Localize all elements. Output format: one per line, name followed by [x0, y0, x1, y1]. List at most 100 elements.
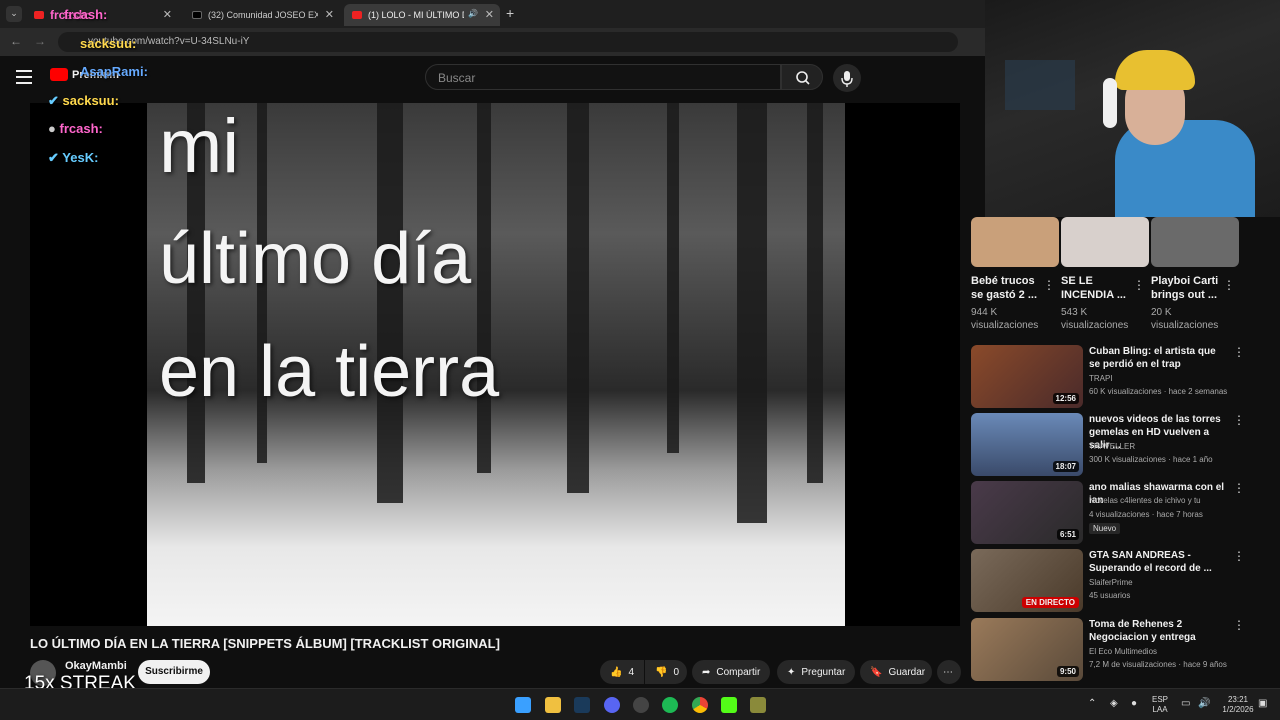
- dislike-button[interactable]: 👎 0: [645, 660, 687, 684]
- close-tab-icon[interactable]: ✕: [325, 8, 334, 21]
- recommended-video[interactable]: 9:50 Toma de Rehenes 2 Negociacion y ent…: [971, 618, 1245, 682]
- tab-label: (1) LOLO - MI ÚLTIMO DÍA EN: [368, 10, 464, 20]
- close-tab-icon[interactable]: ✕: [163, 8, 172, 21]
- short-title[interactable]: SE LE INCENDIA ...: [1061, 274, 1131, 302]
- chat-username: sacksuu:: [62, 93, 119, 108]
- video-title[interactable]: Toma de Rehenes 2 Negociacion y entrega: [1089, 618, 1229, 644]
- like-button[interactable]: 👍 4: [600, 660, 644, 684]
- video-title[interactable]: Cuban Bling: el artista que se perdió en…: [1089, 345, 1229, 371]
- short-thumbnail[interactable]: [1061, 217, 1149, 267]
- tree-trunk: [377, 103, 403, 503]
- save-label: Guardar: [888, 666, 926, 678]
- channel-name[interactable]: TRAPI: [1089, 374, 1113, 383]
- menu-hamburger-icon[interactable]: [16, 70, 32, 84]
- share-label: Compartir: [716, 666, 761, 678]
- chat-message: sacksuu:: [80, 36, 136, 51]
- close-tab-icon[interactable]: ✕: [485, 8, 494, 21]
- more-options-icon[interactable]: ⋮: [1233, 549, 1245, 563]
- video-thumbnail[interactable]: 6:51: [971, 481, 1083, 544]
- date: 1/2/2026: [1222, 705, 1254, 714]
- video-thumbnail[interactable]: 12:56: [971, 345, 1083, 408]
- video-thumbnail[interactable]: 9:50: [971, 618, 1083, 681]
- steam-icon[interactable]: [574, 697, 590, 713]
- duration-badge: 12:56: [1052, 393, 1079, 404]
- more-options-icon[interactable]: ⋮: [1233, 618, 1245, 632]
- chat-message: ✔ YesK:: [48, 150, 98, 166]
- channel-name[interactable]: Novelas c4lientes de ichivo y tu: [1089, 496, 1201, 505]
- language-indicator[interactable]: ESP LAA: [1152, 695, 1168, 715]
- video-stats: 7,2 M de visualizaciones · hace 9 años: [1089, 660, 1227, 669]
- more-options-icon[interactable]: ⋮: [1233, 481, 1245, 495]
- live-badge: EN DIRECTO: [1021, 597, 1079, 608]
- ask-button[interactable]: ✦ Preguntar: [777, 660, 855, 684]
- tree-trunk: [667, 103, 679, 453]
- speaker-icon[interactable]: 🔊: [468, 9, 478, 18]
- channel-name[interactable]: OkayMambi: [65, 660, 127, 672]
- share-button[interactable]: ➦ Compartir: [692, 660, 770, 684]
- more-options-icon[interactable]: ⋮: [1133, 278, 1145, 292]
- save-button[interactable]: 🔖 Guardar: [860, 660, 932, 684]
- video-title: LO ÚLTIMO DÍA EN LA TIERRA [SNIPPETS ÁLB…: [30, 636, 500, 651]
- channel-name[interactable]: El Eco Multimedios: [1089, 647, 1157, 656]
- recommended-video[interactable]: EN DIRECTO GTA SAN ANDREAS - Superando e…: [971, 549, 1245, 613]
- chrome-icon[interactable]: [692, 697, 708, 713]
- back-icon[interactable]: ←: [10, 34, 22, 48]
- recommended-video[interactable]: 12:56 Cuban Bling: el artista que se per…: [971, 345, 1245, 409]
- subscribe-button[interactable]: Suscribirme: [138, 660, 210, 684]
- new-tab-button[interactable]: +: [506, 5, 514, 21]
- display-tray-icon[interactable]: ▭: [1181, 699, 1190, 709]
- search-icon: [796, 71, 810, 85]
- more-options-icon[interactable]: ⋮: [1043, 278, 1055, 292]
- tab-comunidad-joseo[interactable]: (32) Comunidad JOSEO EXCLUSIVO ✕: [184, 4, 340, 26]
- notification-icon[interactable]: ▣: [1258, 699, 1267, 709]
- more-options-icon[interactable]: ⋮: [1233, 345, 1245, 359]
- youtube-favicon-icon: [34, 11, 44, 19]
- mic-tray-icon[interactable]: ●: [1131, 699, 1137, 709]
- video-player[interactable]: mi último día en la tierra: [30, 103, 960, 626]
- tab-lolo-video[interactable]: (1) LOLO - MI ÚLTIMO DÍA EN 🔊 ✕: [344, 4, 500, 26]
- discord-icon[interactable]: [604, 697, 620, 713]
- windows-taskbar: ⌃ ◈ ● ESP LAA ▭ 🔊 23:21 1/2/2026 ▣: [0, 688, 1280, 720]
- short-thumbnail[interactable]: [971, 217, 1059, 267]
- ask-label: Preguntar: [801, 666, 846, 678]
- network-tray-icon[interactable]: ◈: [1110, 699, 1118, 709]
- tab-list-dropdown[interactable]: ⌄: [6, 6, 22, 22]
- tree-trunk: [477, 103, 491, 473]
- clock[interactable]: 23:21 1/2/2026: [1218, 695, 1258, 715]
- recommended-video[interactable]: 18:07 nuevos videos de las torres gemela…: [971, 413, 1245, 477]
- windows-start-icon[interactable]: [515, 697, 531, 713]
- channel-name[interactable]: TRAVELLER: [1089, 442, 1135, 451]
- kick-icon[interactable]: [721, 697, 737, 713]
- time: 23:21: [1227, 695, 1249, 704]
- duration-badge: 18:07: [1052, 461, 1079, 472]
- short-title[interactable]: Bebé trucos se gastó 2 ...: [971, 274, 1041, 302]
- short-title[interactable]: Playboi Carti brings out ...: [1151, 274, 1221, 302]
- voice-search-button[interactable]: [833, 64, 861, 92]
- forward-icon[interactable]: →: [34, 34, 46, 48]
- bookmark-icon: 🔖: [870, 666, 883, 678]
- video-thumbnail[interactable]: EN DIRECTO: [971, 549, 1083, 612]
- obs-icon[interactable]: [633, 697, 649, 713]
- chat-message: frcash:: [64, 7, 107, 22]
- spotify-icon[interactable]: [662, 697, 678, 713]
- search-input[interactable]: Buscar: [425, 64, 781, 90]
- app-icon[interactable]: [750, 697, 766, 713]
- video-title[interactable]: GTA SAN ANDREAS - Superando el record de…: [1089, 549, 1229, 575]
- more-actions-button[interactable]: ⋯: [937, 660, 961, 684]
- more-options-icon[interactable]: ⋮: [1223, 278, 1235, 292]
- video-thumbnail[interactable]: 18:07: [971, 413, 1083, 476]
- file-explorer-icon[interactable]: [545, 697, 561, 713]
- video-stats: 45 usuarios: [1089, 591, 1131, 600]
- recommended-video[interactable]: 6:51 ano malias shawarma con el ian Nove…: [971, 481, 1245, 545]
- search-button[interactable]: [781, 64, 823, 90]
- channel-name[interactable]: SlaiferPrime: [1089, 578, 1133, 587]
- more-options-icon[interactable]: ⋮: [1233, 413, 1245, 427]
- volume-tray-icon[interactable]: 🔊: [1198, 699, 1210, 709]
- video-stats: 300 K visualizaciones · hace 1 año: [1089, 455, 1213, 464]
- short-thumbnail[interactable]: [1151, 217, 1239, 267]
- chat-username: sacksuu:: [80, 36, 137, 51]
- url-field[interactable]: youtube.com/watch?v=U-34SLNu-iY: [58, 32, 958, 52]
- share-icon: ➦: [702, 666, 711, 678]
- badge-icon: ●: [48, 121, 56, 136]
- tray-chevron-icon[interactable]: ⌃: [1088, 699, 1096, 709]
